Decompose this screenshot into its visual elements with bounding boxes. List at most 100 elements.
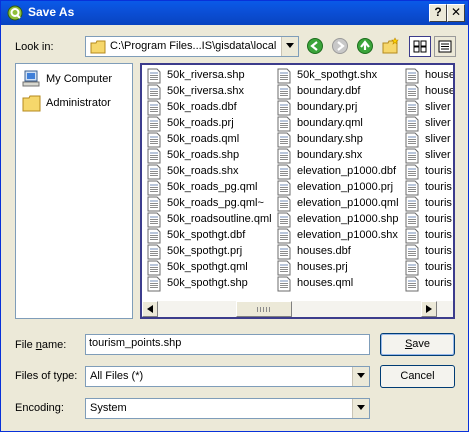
file-type-label: Files of type:: [15, 370, 78, 382]
file-item-label: 50k_riversa.shp: [167, 69, 245, 81]
detail-view-button[interactable]: [434, 36, 456, 57]
scroll-left-button[interactable]: [142, 301, 158, 317]
file-icon: [277, 228, 291, 244]
file-item-label: touris: [425, 245, 452, 257]
window-title: Save As: [28, 5, 75, 19]
file-icon: [147, 132, 161, 148]
file-icon: [405, 196, 419, 212]
file-name-label: File name:: [15, 339, 67, 351]
file-item-label: elevation_p1000.dbf: [297, 165, 397, 177]
file-item-label: 50k_spothgt.shx: [297, 69, 378, 81]
file-item-label: 50k_riversa.shx: [167, 85, 245, 97]
help-button[interactable]: ?: [429, 4, 447, 22]
encoding-dropdown-arrow[interactable]: [352, 399, 369, 418]
file-item-label: touris: [425, 197, 452, 209]
forward-arrow-icon: [332, 38, 348, 54]
file-item-label: touris: [425, 213, 452, 225]
file-icon: [147, 164, 161, 180]
scroll-right-button[interactable]: [421, 301, 437, 317]
file-name-field[interactable]: [85, 334, 370, 355]
file-item-label: houses.qml: [297, 277, 354, 289]
file-icon: [277, 148, 291, 164]
chevron-down-icon: [286, 43, 294, 48]
file-icon: [147, 244, 161, 260]
file-item-label: houses.prj: [297, 261, 348, 273]
file-item-label: 50k_spothgt.prj: [167, 245, 243, 257]
file-icon: [405, 228, 419, 244]
file-item-label: elevation_p1000.qml: [297, 197, 399, 209]
chevron-left-icon: [147, 305, 153, 313]
look-in-combo[interactable]: C:\Program Files...IS\gisdata\local: [85, 36, 299, 57]
file-item-label: 50k_roads_pg.qml~: [167, 197, 264, 209]
file-icon: [405, 116, 419, 132]
computer-icon: [22, 70, 40, 87]
new-folder-icon: [382, 37, 399, 54]
file-item-label: elevation_p1000.shx: [297, 229, 398, 241]
file-item-label: elevation_p1000.prj: [297, 181, 394, 193]
scroll-corner: [437, 301, 453, 317]
back-arrow-icon: [307, 38, 323, 54]
file-type-dropdown-arrow[interactable]: [352, 367, 369, 386]
look-in-path: C:\Program Files...IS\gisdata\local: [110, 40, 277, 52]
file-item-label: house: [425, 85, 453, 97]
file-item-label: 50k_roadsoutline.qml: [167, 213, 272, 225]
scrollbar-thumb[interactable]: [236, 301, 292, 317]
file-item-label: touris: [425, 229, 452, 241]
file-item-label: touris: [425, 165, 452, 177]
file-icon: [147, 276, 161, 292]
file-icon: [405, 164, 419, 180]
file-icon: [405, 244, 419, 260]
qgis-icon: [7, 5, 23, 21]
horizontal-scrollbar[interactable]: [142, 301, 453, 317]
cancel-button[interactable]: Cancel: [380, 365, 455, 388]
file-item-label: 50k_roads.shx: [167, 165, 239, 177]
folder-icon: [90, 40, 106, 54]
file-item-label: 50k_roads.qml: [167, 133, 240, 145]
file-icon: [277, 132, 291, 148]
up-folder-button[interactable]: [356, 37, 376, 55]
new-folder-button[interactable]: [382, 37, 402, 55]
close-button[interactable]: ✕: [447, 4, 465, 22]
file-item-label: 50k_roads.shp: [167, 149, 240, 161]
file-icon: [277, 276, 291, 292]
file-item-label: touris: [425, 181, 452, 193]
encoding-value: System: [90, 402, 127, 414]
file-item-label: boundary.shp: [297, 133, 363, 145]
encoding-combo[interactable]: System: [85, 398, 370, 419]
file-icon: [277, 212, 291, 228]
file-icon: [405, 68, 419, 84]
save-button[interactable]: Save: [380, 333, 455, 356]
back-button[interactable]: [306, 37, 326, 55]
file-list-pane[interactable]: 50k_riversa.shp 50k_riversa.shx 50k_roads.…: [140, 63, 455, 319]
file-icon: [147, 212, 161, 228]
file-icon: [277, 68, 291, 84]
sidebar-item-administrator[interactable]: Administrator: [22, 94, 132, 114]
forward-button[interactable]: [331, 37, 351, 55]
file-icon: [405, 180, 419, 196]
file-icon: [147, 84, 161, 100]
grid-view-icon: [413, 40, 427, 53]
chevron-down-icon: [357, 405, 365, 410]
encoding-label: Encoding:: [15, 402, 64, 414]
list-view-button[interactable]: [409, 36, 431, 57]
file-item-label: house: [425, 69, 453, 81]
chevron-down-icon: [357, 373, 365, 378]
look-in-dropdown-arrow[interactable]: [281, 37, 298, 56]
file-icon: [147, 180, 161, 196]
places-sidebar: My Computer Administrator: [15, 63, 133, 319]
file-icon: [277, 260, 291, 276]
file-icon: [277, 84, 291, 100]
file-icon: [405, 260, 419, 276]
file-icon: [405, 100, 419, 116]
file-icon: [147, 228, 161, 244]
file-name-input[interactable]: [89, 337, 359, 349]
file-icon: [147, 100, 161, 116]
file-icon: [405, 148, 419, 164]
file-type-combo[interactable]: All Files (*): [85, 366, 370, 387]
file-icon: [405, 84, 419, 100]
sidebar-item-my-computer[interactable]: My Computer: [22, 70, 132, 90]
file-item-label: elevation_p1000.shp: [297, 213, 399, 225]
title-bar[interactable]: Save As ? ✕: [1, 1, 468, 25]
file-item-label: boundary.shx: [297, 149, 363, 161]
file-item-label: 50k_spothgt.shp: [167, 277, 248, 289]
